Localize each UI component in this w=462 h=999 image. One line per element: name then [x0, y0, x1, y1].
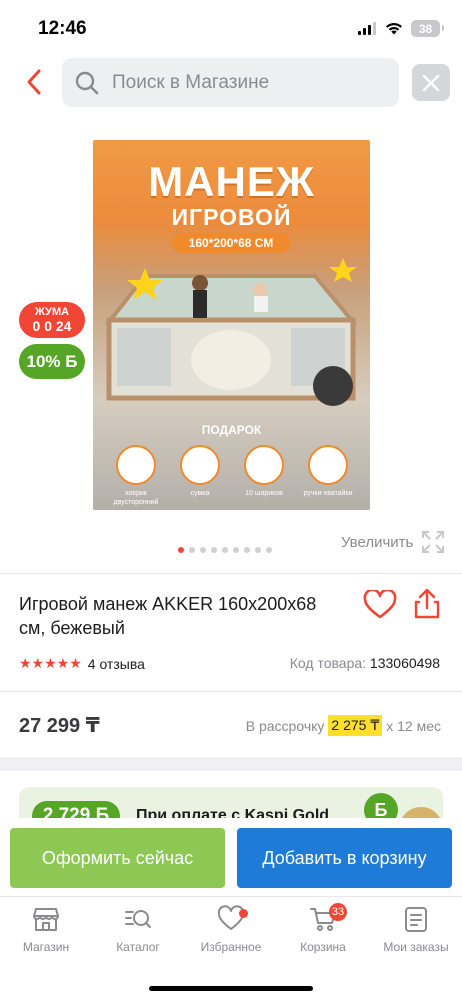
product-code: Код товара: 133060498 [290, 655, 440, 671]
tab-label: Избранное [200, 940, 262, 954]
product-price: 27 299 ₸ [19, 715, 100, 737]
tab-orders[interactable]: Мои заказы [370, 905, 462, 954]
pagination-dot[interactable] [178, 547, 184, 553]
heart-icon [363, 588, 397, 619]
favorite-button[interactable] [363, 588, 397, 620]
tab-store[interactable]: Магазин [0, 905, 92, 954]
chevron-left-icon [27, 69, 41, 95]
rating-row[interactable]: ★★★★★ 4 отзыва [19, 655, 145, 672]
tab-cart[interactable]: 33 Корзина [277, 903, 369, 954]
wifi-icon [386, 23, 402, 35]
clear-search-button[interactable] [412, 64, 450, 101]
checkout-now-button[interactable]: Оформить сейчас [10, 828, 225, 888]
search-box[interactable] [62, 58, 399, 107]
reviews-link[interactable]: 4 отзыва [88, 656, 145, 672]
playpen-illustration [105, 258, 357, 406]
tab-favorites[interactable]: Избранное [185, 905, 277, 954]
image-title: МАНЕЖ [148, 158, 315, 205]
gift-text: ручки-хватайки [303, 490, 353, 497]
gift-image [180, 445, 220, 485]
gift-item: ручки-хватайки [299, 445, 357, 507]
status-time: 12:46 [38, 18, 87, 39]
installment-info[interactable]: В рассрочку 2 275 ₸ x 12 мес [246, 715, 441, 736]
tab-label: Магазин [22, 940, 70, 954]
share-icon [414, 588, 440, 619]
gallery-pagination [178, 547, 272, 553]
pagination-dot[interactable] [211, 547, 217, 553]
product-image[interactable]: МАНЕЖ ИГРОВОЙ 160*200*68 СМ ПОДАРОК ковр… [93, 140, 370, 510]
tab-label: Мои заказы [383, 940, 449, 954]
divider [0, 573, 462, 574]
gift-image [308, 445, 348, 485]
action-bar: Оформить сейчас Добавить в корзину [0, 818, 462, 896]
tab-bar: Магазин Каталог Избранное 33 Корзина Мои… [0, 896, 462, 999]
pagination-dot[interactable] [233, 547, 239, 553]
image-subtitle: ИГРОВОЙ [171, 204, 292, 230]
expand-icon [422, 531, 445, 553]
zoom-label: Увеличить [341, 533, 414, 551]
tab-label: Корзина [300, 940, 346, 954]
pagination-dot[interactable] [222, 547, 228, 553]
rating-stars: ★★★★★ [19, 655, 82, 671]
installment-suffix: x 12 мес [386, 717, 441, 734]
search-input[interactable] [112, 71, 382, 94]
gift-item: сумка [171, 445, 229, 507]
friday-timer-badge: ЖУМА 0 0 24 [19, 302, 85, 338]
catalog-icon [125, 910, 151, 928]
home-indicator [149, 986, 313, 991]
zoom-button[interactable]: Увеличить [341, 530, 445, 554]
pagination-dot[interactable] [266, 547, 272, 553]
gift-text: 10 шариков [245, 490, 283, 497]
tab-catalog[interactable]: Каталог [92, 905, 184, 954]
timer-label: ЖУМА [34, 306, 70, 318]
notification-dot [239, 909, 248, 918]
status-bar: 12:46 38 [0, 0, 462, 56]
installment-price: 2 275 ₸ [328, 715, 383, 736]
gift-item: коврик двусторонний [107, 445, 165, 507]
gift-label: ПОДАРОК [201, 423, 262, 437]
share-button[interactable] [413, 588, 441, 620]
add-to-cart-button[interactable]: Добавить в корзину [237, 828, 452, 888]
pagination-dot[interactable] [255, 547, 261, 553]
signal-icon [358, 22, 376, 35]
product-code-value: 133060498 [369, 655, 440, 671]
orders-icon [405, 907, 427, 932]
gift-list: коврик двусторонний сумка 10 шариков руч… [107, 445, 357, 507]
close-icon [422, 74, 440, 91]
battery-indicator: 38 [411, 20, 444, 37]
gift-item: 10 шариков [235, 445, 293, 507]
gift-text: коврик двусторонний [113, 490, 159, 506]
pagination-dot[interactable] [244, 547, 250, 553]
gift-text: сумка [190, 490, 210, 497]
cart-count-badge: 33 [329, 903, 347, 921]
tab-label: Каталог [116, 940, 160, 954]
image-size-label: 160*200*68 СМ [172, 233, 290, 253]
timer-value: 0 0 24 [32, 318, 72, 334]
back-button[interactable] [18, 66, 50, 98]
product-title: Игровой манеж AKKER 160x200x68 см, бежев… [19, 594, 317, 638]
section-separator [0, 757, 462, 771]
status-icons: 38 [358, 20, 444, 37]
divider [0, 691, 462, 692]
bonus-badge: 10% Б [19, 344, 85, 379]
product-code-label: Код товара: [289, 655, 367, 671]
search-icon [75, 71, 99, 94]
pagination-dot[interactable] [189, 547, 195, 553]
pagination-dot[interactable] [200, 547, 206, 553]
installment-prefix: В рассрочку [245, 717, 325, 734]
gift-image [244, 445, 284, 485]
gift-image [116, 445, 156, 485]
store-icon [33, 908, 59, 931]
search-header [0, 56, 462, 110]
